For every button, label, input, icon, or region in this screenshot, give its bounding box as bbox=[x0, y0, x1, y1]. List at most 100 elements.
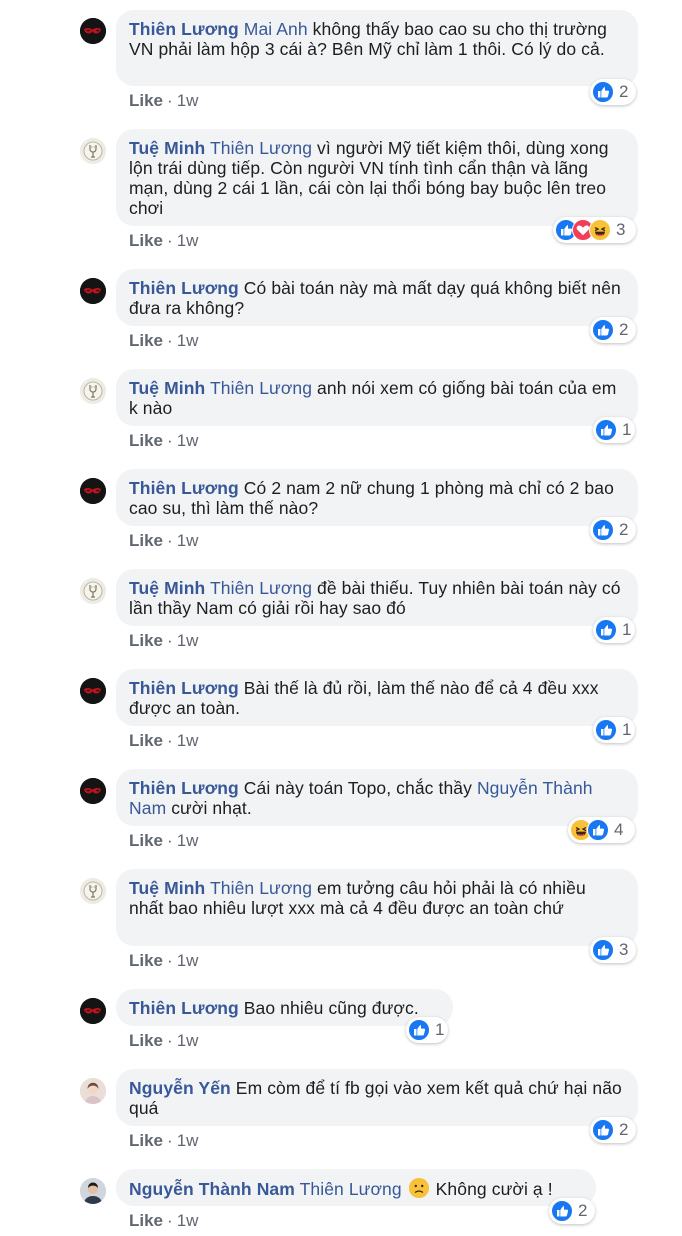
comment-bubble: Nguyễn Yến Em còm để tí fb gọi vào xem k… bbox=[116, 1069, 638, 1126]
comment-text: Bao nhiêu cũng được. bbox=[243, 998, 419, 1018]
reaction-summary[interactable]: 2 bbox=[590, 517, 636, 543]
reaction-count: 2 bbox=[619, 520, 629, 539]
comment-author[interactable]: Tuệ Minh bbox=[129, 578, 205, 598]
like-link[interactable]: Like bbox=[129, 531, 163, 550]
comment-author[interactable]: Thiên Lương bbox=[129, 478, 239, 498]
reaction-count: 2 bbox=[578, 1201, 588, 1220]
comment-bubble: Tuệ Minh Thiên Lương em tưởng câu hỏi ph… bbox=[116, 869, 638, 946]
comment-meta: Like · 1w bbox=[129, 731, 199, 750]
comment-meta: Like · 1w bbox=[129, 431, 199, 450]
avatar[interactable] bbox=[80, 998, 106, 1024]
avatar[interactable] bbox=[80, 878, 106, 904]
avatar[interactable] bbox=[80, 138, 106, 164]
like-link[interactable]: Like bbox=[129, 951, 163, 970]
avatar[interactable] bbox=[80, 1078, 106, 1104]
reaction-count: 3 bbox=[619, 940, 629, 959]
like-link[interactable]: Like bbox=[129, 91, 163, 110]
comment-author[interactable]: Tuệ Minh bbox=[129, 378, 205, 398]
haha-reaction-icon bbox=[589, 219, 611, 241]
like-link[interactable]: Like bbox=[129, 631, 163, 650]
reaction-summary[interactable]: 4 bbox=[568, 817, 635, 843]
like-link[interactable]: Like bbox=[129, 1131, 163, 1150]
like-link[interactable]: Like bbox=[129, 1031, 163, 1050]
like-link[interactable]: Like bbox=[129, 231, 163, 250]
confused-emoji-icon bbox=[409, 1178, 429, 1198]
like-link[interactable]: Like bbox=[129, 831, 163, 850]
comment-bubble: Thiên Lương Có bài toán này mà mất dạy q… bbox=[116, 269, 638, 326]
reaction-count: 3 bbox=[616, 220, 626, 239]
comment-time[interactable]: 1w bbox=[177, 231, 199, 250]
comment-mention[interactable]: Thiên Lương bbox=[210, 378, 312, 398]
comment-author[interactable]: Thiên Lương bbox=[129, 778, 239, 798]
like-reaction-icon bbox=[595, 619, 617, 641]
comment-mention[interactable]: Thiên Lương bbox=[210, 878, 312, 898]
comment-time[interactable]: 1w bbox=[177, 531, 199, 550]
comment-time[interactable]: 1w bbox=[177, 431, 199, 450]
reaction-summary[interactable]: 2 bbox=[549, 1198, 595, 1224]
comment-time[interactable]: 1w bbox=[177, 631, 199, 650]
comment-time[interactable]: 1w bbox=[177, 1131, 199, 1150]
avatar[interactable] bbox=[80, 778, 106, 804]
comment-text: Không cười ạ ! bbox=[435, 1179, 553, 1199]
comment-time[interactable]: 1w bbox=[177, 91, 199, 110]
comment-time[interactable]: 1w bbox=[177, 1031, 199, 1050]
like-link[interactable]: Like bbox=[129, 431, 163, 450]
reaction-count: 1 bbox=[435, 1020, 445, 1039]
like-reaction-icon bbox=[592, 81, 614, 103]
avatar[interactable] bbox=[80, 378, 106, 404]
comment-meta: Like · 1w bbox=[129, 1131, 199, 1150]
comment-text: Cái này toán Topo, chắc thầy bbox=[243, 778, 477, 798]
reaction-count: 1 bbox=[622, 620, 632, 639]
comment-time[interactable]: 1w bbox=[177, 951, 199, 970]
reaction-summary[interactable]: 2 bbox=[590, 317, 636, 343]
comment-author[interactable]: Thiên Lương bbox=[129, 678, 239, 698]
comment-meta: Like · 1w bbox=[129, 1211, 199, 1230]
comment-author[interactable]: Tuệ Minh bbox=[129, 878, 205, 898]
reaction-summary[interactable]: 2 bbox=[590, 79, 636, 105]
avatar[interactable] bbox=[80, 1178, 106, 1204]
reaction-summary[interactable]: 2 bbox=[590, 1117, 636, 1143]
comment-meta: Like · 1w bbox=[129, 631, 199, 650]
comment-bubble: Tuệ Minh Thiên Lương vì người Mỹ tiết ki… bbox=[116, 129, 638, 226]
reaction-summary[interactable]: 1 bbox=[593, 717, 635, 743]
comment-time[interactable]: 1w bbox=[177, 1211, 199, 1230]
avatar[interactable] bbox=[80, 678, 106, 704]
like-reaction-icon bbox=[592, 519, 614, 541]
comment-bubble: Thiên Lương Mai Anh không thấy bao cao s… bbox=[116, 10, 638, 86]
comment-bubble: Thiên Lương Bài thế là đủ rồi, làm thế n… bbox=[116, 669, 638, 726]
comment-mention[interactable]: Thiên Lương bbox=[210, 578, 312, 598]
reaction-count: 2 bbox=[619, 82, 629, 101]
reaction-summary[interactable]: 3 bbox=[553, 217, 636, 243]
comment-author[interactable]: Nguyễn Thành Nam bbox=[129, 1179, 295, 1199]
comment-mention[interactable]: Thiên Lương bbox=[210, 138, 312, 158]
comment-meta: Like · 1w bbox=[129, 531, 199, 550]
comment-meta: Like · 1w bbox=[129, 1031, 199, 1050]
like-link[interactable]: Like bbox=[129, 1211, 163, 1230]
comment-mention[interactable]: Mai Anh bbox=[244, 19, 308, 39]
avatar[interactable] bbox=[80, 578, 106, 604]
like-link[interactable]: Like bbox=[129, 331, 163, 350]
comment-time[interactable]: 1w bbox=[177, 331, 199, 350]
comment-author[interactable]: Thiên Lương bbox=[129, 998, 239, 1018]
reaction-summary[interactable]: 1 bbox=[593, 417, 635, 443]
like-reaction-icon bbox=[551, 1200, 573, 1222]
comment-author[interactable]: Thiên Lương bbox=[129, 19, 239, 39]
reaction-summary[interactable]: 1 bbox=[406, 1017, 448, 1043]
avatar[interactable] bbox=[80, 18, 106, 44]
reaction-summary[interactable]: 1 bbox=[593, 617, 635, 643]
avatar[interactable] bbox=[80, 278, 106, 304]
like-link[interactable]: Like bbox=[129, 731, 163, 750]
reaction-summary[interactable]: 3 bbox=[590, 937, 636, 963]
like-reaction-icon bbox=[592, 1119, 614, 1141]
reaction-count: 2 bbox=[619, 1120, 629, 1139]
comment-author[interactable]: Thiên Lương bbox=[129, 278, 239, 298]
comment-time[interactable]: 1w bbox=[177, 831, 199, 850]
comment-author[interactable]: Nguyễn Yến bbox=[129, 1078, 231, 1098]
comment-mention[interactable]: Thiên Lương bbox=[300, 1179, 402, 1199]
comment-author[interactable]: Tuệ Minh bbox=[129, 138, 205, 158]
avatar[interactable] bbox=[80, 478, 106, 504]
comment-time[interactable]: 1w bbox=[177, 731, 199, 750]
comment-meta: Like · 1w bbox=[129, 331, 199, 350]
comment-bubble: Nguyễn Thành Nam Thiên Lương Không cười … bbox=[116, 1169, 596, 1206]
comment-bubble: Thiên Lương Bao nhiêu cũng được. bbox=[116, 989, 453, 1026]
